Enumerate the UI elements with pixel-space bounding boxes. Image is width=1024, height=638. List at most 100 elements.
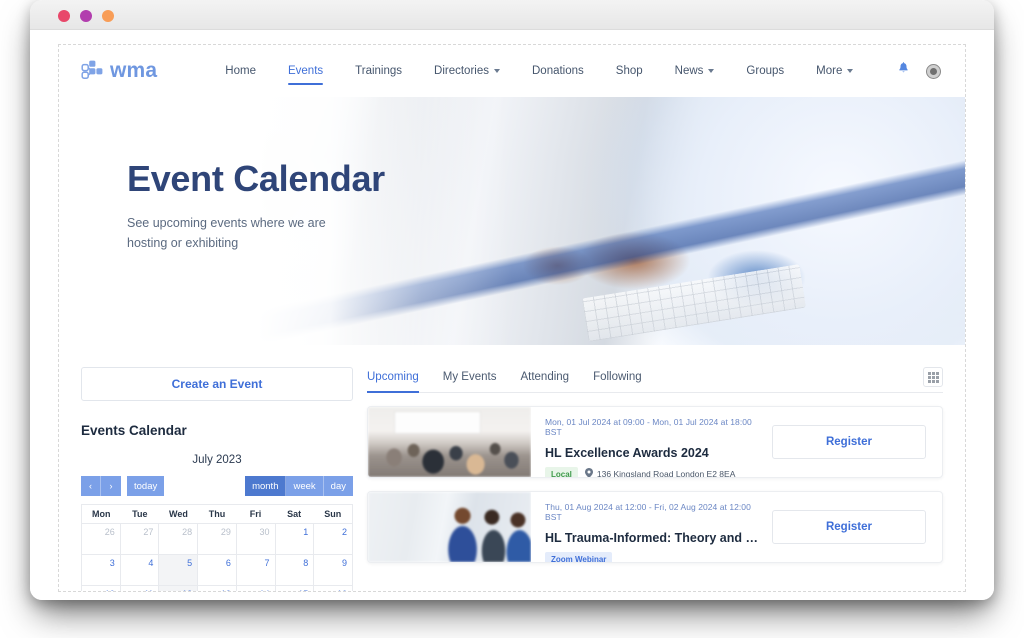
event-title[interactable]: HL Excellence Awards 2024 (545, 446, 760, 460)
calendar-day-cell[interactable]: 8 (275, 554, 315, 585)
weekday-mon: Mon (92, 509, 111, 519)
calendar-day-cell[interactable]: 6 (198, 554, 237, 585)
logo-text: wma (110, 59, 158, 82)
chevron-down-icon (494, 69, 500, 73)
create-event-button[interactable]: Create an Event (81, 367, 353, 401)
event-date: Thu, 01 Aug 2024 at 12:00 - Fri, 02 Aug … (545, 502, 751, 522)
event-card[interactable]: Thu, 01 Aug 2024 at 12:00 - Fri, 02 Aug … (367, 491, 943, 563)
nav-label: Shop (615, 65, 643, 77)
calendar-weekday-header: Mon Tue Wed Thu Fri Sat Sun (81, 504, 353, 523)
status-badge: Local (545, 467, 578, 477)
event-details: Thu, 01 Aug 2024 at 12:00 - Fri, 02 Aug … (531, 492, 772, 562)
calendar-month-label: July 2023 (192, 454, 242, 466)
nav-label: Groups (746, 65, 785, 77)
event-thumbnail (368, 407, 531, 477)
tab-following[interactable]: Following (593, 367, 654, 392)
register-button[interactable]: Register (772, 510, 926, 544)
medical-staff-photo (368, 492, 531, 562)
calendar-day-cell[interactable]: 15 (275, 585, 315, 591)
nav-label: Home (225, 65, 256, 77)
nav-links: Home Events Trainings Directories Donati… (209, 59, 869, 85)
calendar-today-button[interactable]: today (127, 476, 165, 496)
nav-item-shop[interactable]: Shop (600, 59, 659, 83)
nav-item-news[interactable]: News (659, 59, 731, 83)
calendar-prev-button[interactable]: ‹ (81, 476, 101, 496)
calendar-view-buttons: month week day (245, 476, 353, 496)
nav-item-home[interactable]: Home (209, 59, 272, 83)
event-title[interactable]: HL Trauma-Informed: Theory and Prin… (545, 531, 760, 545)
grid-view-icon[interactable] (923, 367, 943, 387)
page-content: Create an Event Events Calendar July 202… (59, 345, 965, 591)
calendar-day-cell[interactable]: 28 (159, 523, 199, 554)
calendar-day-cell[interactable]: 4 (120, 554, 160, 585)
weekday-tue: Tue (132, 509, 148, 519)
weekday-sat: Sat (287, 509, 302, 519)
nav-item-donations[interactable]: Donations (516, 59, 600, 83)
register-button[interactable]: Register (772, 425, 926, 459)
calendar-day-cell[interactable]: 10 (82, 585, 121, 591)
nav-label: Events (287, 65, 324, 77)
nav-item-trainings[interactable]: Trainings (339, 59, 418, 83)
window-minimize-dot[interactable] (80, 10, 92, 22)
weekday-fri: Fri (249, 509, 262, 519)
events-calendar-heading: Events Calendar (81, 423, 187, 438)
weekday-wed: Wed (169, 509, 188, 519)
calendar-day-cell[interactable]: 12 (159, 585, 199, 591)
window-maximize-dot[interactable] (102, 10, 114, 22)
calendar-next-button[interactable]: › (101, 476, 121, 496)
location-pin-icon (584, 468, 593, 477)
calendar-day-cell[interactable]: 5 (159, 554, 199, 585)
event-date: Mon, 01 Jul 2024 at 09:00 - Mon, 01 Jul … (545, 417, 752, 437)
calendar-day-cell[interactable]: 3 (82, 554, 121, 585)
calendar-view-day[interactable]: day (323, 476, 353, 496)
nav-item-events[interactable]: Events (272, 59, 339, 85)
conference-audience-photo (368, 407, 531, 477)
chevron-down-icon (847, 69, 854, 73)
calendar-day-cell[interactable]: 11 (120, 585, 160, 591)
calendar-day-cell[interactable]: 9 (314, 554, 353, 585)
nav-label: News (674, 65, 704, 77)
events-panel: Upcoming My Events Attending Following M… (367, 367, 943, 591)
calendar-grid: Mon Tue Wed Thu Fri Sat Sun 26 27 28 29 … (81, 504, 353, 591)
calendar-view-month[interactable]: month (245, 476, 287, 496)
page-title: Event Calendar (127, 158, 385, 199)
tab-my-events[interactable]: My Events (443, 367, 509, 392)
event-location: 136 Kingsland Road London E2 8EA (584, 468, 735, 477)
tab-upcoming[interactable]: Upcoming (367, 367, 431, 393)
nav-item-more[interactable]: More (800, 59, 869, 83)
nav-actions (897, 62, 947, 80)
nav-item-directories[interactable]: Directories (418, 59, 516, 83)
chevron-down-icon (708, 69, 715, 73)
tab-attending[interactable]: Attending (520, 367, 581, 392)
site-navigation: wma Home Events Trainings Directories Do… (59, 45, 965, 97)
calendar-day-cell[interactable]: 30 (236, 523, 276, 554)
status-badge: Zoom Webinar (545, 552, 613, 562)
calendar-day-cell[interactable]: 7 (236, 554, 276, 585)
wma-cross-logo-icon (81, 60, 103, 82)
calendar-day-cell[interactable]: 13 (198, 585, 237, 591)
calendar-day-cell[interactable]: 14 (236, 585, 276, 591)
event-card[interactable]: Mon, 01 Jul 2024 at 09:00 - Mon, 01 Jul … (367, 406, 943, 478)
calendar-day-cell[interactable]: 16 (314, 585, 353, 591)
event-action: Register (772, 407, 942, 477)
calendar-view-week[interactable]: week (286, 476, 324, 496)
browser-window: wma Home Events Trainings Directories Do… (30, 0, 994, 600)
calendar-day-cell[interactable]: 1 (275, 523, 315, 554)
nav-label: Trainings (355, 65, 403, 77)
event-thumbnail (368, 492, 531, 562)
hero-banner: Event Calendar See upcoming events where… (59, 97, 965, 345)
nav-item-groups[interactable]: Groups (730, 59, 800, 83)
calendar-day-cell[interactable]: 27 (120, 523, 160, 554)
window-close-dot[interactable] (58, 10, 70, 22)
calendar-day-cell[interactable]: 2 (314, 523, 353, 554)
calendar-nav-buttons: ‹ › (81, 476, 121, 496)
browser-titlebar (30, 0, 994, 30)
bell-icon[interactable] (897, 62, 910, 80)
calendar-toolbar: ‹ › today month week day (81, 476, 353, 496)
avatar-icon[interactable] (926, 63, 941, 79)
site-logo[interactable]: wma (81, 59, 157, 83)
calendar-day-cell[interactable]: 26 (82, 523, 121, 554)
weekday-thu: Thu (208, 509, 226, 519)
hero-copy: Event Calendar See upcoming events where… (127, 159, 385, 254)
calendar-day-cell[interactable]: 29 (198, 523, 237, 554)
